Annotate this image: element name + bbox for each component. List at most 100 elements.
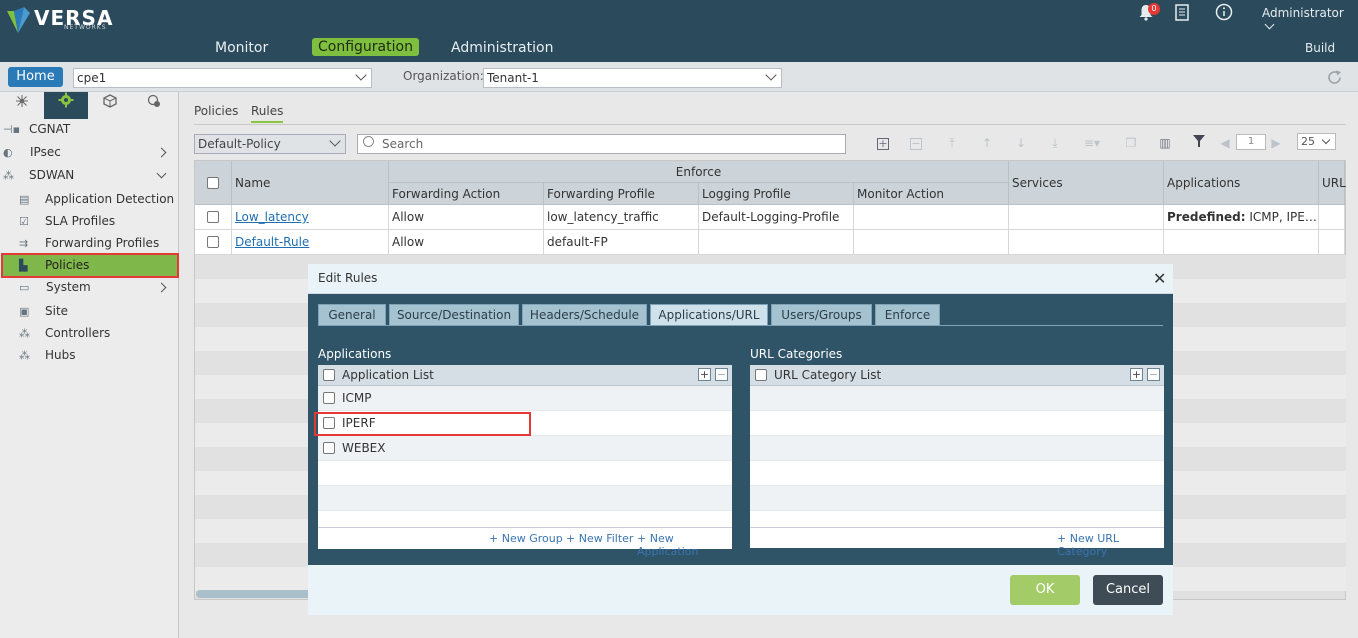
policy-icon: ▙ xyxy=(19,259,28,272)
col-services[interactable]: Services xyxy=(1009,161,1164,205)
tab-headers-schedule[interactable]: Headers/Schedule xyxy=(522,304,647,325)
col-group-enforce: Enforce xyxy=(389,161,1009,183)
col-applications[interactable]: Applications xyxy=(1164,161,1319,205)
page-number-input[interactable]: 1 xyxy=(1236,134,1266,150)
nav-configuration[interactable]: Configuration xyxy=(312,38,419,56)
search-input[interactable]: Search xyxy=(357,134,846,154)
tab-enforce[interactable]: Enforce xyxy=(875,304,940,325)
add-application-icon[interactable]: + xyxy=(698,368,711,381)
row-checkbox[interactable] xyxy=(207,236,219,248)
controllers-icon: ⁂ xyxy=(19,327,30,340)
chevron-down-icon xyxy=(1264,19,1275,30)
clone-icon[interactable]: ❐ xyxy=(1121,134,1141,152)
list-actions-icon[interactable]: ≡▾ xyxy=(1082,134,1102,152)
list-item[interactable]: ICMP xyxy=(318,386,732,411)
sidebar-item-cgnat[interactable]: ⊣▪ CGNAT xyxy=(0,119,179,140)
prev-page-icon[interactable]: ◀ xyxy=(1215,134,1235,152)
sidebar-item-controllers[interactable]: ⁂ Controllers xyxy=(0,323,179,344)
clipboard-icon[interactable] xyxy=(1175,4,1189,25)
select-all-checkbox[interactable] xyxy=(207,177,219,189)
sidebar-item-ipsec[interactable]: ◐ IPsec xyxy=(0,142,179,163)
sidebar-tab-network[interactable] xyxy=(0,92,44,119)
table-row-select xyxy=(195,230,232,255)
move-bottom-icon[interactable]: ⤓ xyxy=(1045,134,1065,152)
search-icon xyxy=(363,136,374,147)
col-url[interactable]: URL xyxy=(1319,161,1346,205)
add-url-category-icon[interactable]: + xyxy=(1130,368,1143,381)
col-logging-profile[interactable]: Logging Profile xyxy=(699,183,854,205)
sidebar-tab-services[interactable] xyxy=(132,92,176,119)
sidebar-item-sdwan[interactable]: ⁂ SDWAN xyxy=(0,165,179,186)
move-up-icon[interactable]: ↑ xyxy=(977,134,997,152)
new-filter-link[interactable]: + New Filter xyxy=(566,532,633,545)
col-name[interactable]: Name xyxy=(232,161,389,205)
tab-general[interactable]: General xyxy=(318,304,386,325)
remove-url-category-icon[interactable]: − xyxy=(1147,368,1160,381)
network-icon xyxy=(16,95,28,107)
add-icon[interactable]: + xyxy=(873,134,893,152)
select-all-url-categories-checkbox[interactable] xyxy=(755,369,767,381)
columns-icon[interactable]: ▥ xyxy=(1155,134,1175,152)
sidebar-item-application-detection[interactable]: ▤ Application Detection xyxy=(0,189,179,210)
user-name: Administrator xyxy=(1262,6,1344,20)
organization-select[interactable]: Tenant-1 xyxy=(483,68,782,88)
close-icon[interactable]: ✕ xyxy=(1153,269,1166,288)
sidebar-item-hubs[interactable]: ⁂ Hubs xyxy=(0,345,179,366)
sidebar-item-label: Site xyxy=(45,304,69,318)
sidebar-item-site[interactable]: ▣ Site xyxy=(0,301,179,322)
list-item[interactable]: WEBEX xyxy=(318,436,732,461)
empty-row xyxy=(750,386,1164,411)
remove-icon[interactable]: − xyxy=(906,134,926,152)
sidebar-item-label: Forwarding Profiles xyxy=(45,236,160,250)
sidebar-tab-objects[interactable] xyxy=(88,92,132,119)
tab-policies[interactable]: Policies xyxy=(194,104,238,118)
tab-rules[interactable]: Rules xyxy=(251,104,284,123)
user-menu[interactable]: Administrator xyxy=(1262,6,1358,34)
nav-administration[interactable]: Administration xyxy=(451,40,553,56)
sidebar-item-label: System xyxy=(46,280,91,294)
home-button[interactable]: Home xyxy=(8,67,63,87)
monitor-action-cell xyxy=(854,230,1009,255)
applications-prefix: Predefined: xyxy=(1167,210,1246,224)
forwarding-action-cell: Allow xyxy=(389,230,544,255)
device-select[interactable]: cpe1 xyxy=(73,68,372,88)
new-group-link[interactable]: + New Group xyxy=(489,532,563,545)
select-all-applications-checkbox[interactable] xyxy=(323,369,335,381)
item-checkbox[interactable] xyxy=(323,442,335,454)
nav-monitor[interactable]: Monitor xyxy=(215,40,268,56)
row-checkbox[interactable] xyxy=(207,211,219,223)
filter-icon[interactable] xyxy=(1189,134,1209,152)
tab-source-destination[interactable]: Source/Destination xyxy=(389,304,519,325)
col-monitor-action[interactable]: Monitor Action xyxy=(854,183,1009,205)
sidebar-item-policies[interactable]: ▙ Policies xyxy=(1,253,179,278)
item-checkbox[interactable] xyxy=(323,392,335,404)
move-top-icon[interactable]: ⤒ xyxy=(942,134,962,152)
rule-name-link[interactable]: Low_latency xyxy=(235,210,309,224)
sidebar-item-label: IPsec xyxy=(30,145,61,159)
horizontal-scrollbar[interactable] xyxy=(196,590,314,598)
cancel-button[interactable]: Cancel xyxy=(1093,575,1163,605)
refresh-icon[interactable] xyxy=(1326,69,1343,90)
tab-users-groups[interactable]: Users/Groups xyxy=(771,304,872,325)
col-forwarding-profile[interactable]: Forwarding Profile xyxy=(544,183,699,205)
page-size-select[interactable]: 25 xyxy=(1297,133,1336,150)
sidebar-item-system[interactable]: ▭ System xyxy=(0,277,179,298)
sidebar-tab-configuration[interactable] xyxy=(44,92,88,119)
tab-applications-url[interactable]: Applications/URL xyxy=(650,304,768,325)
sidebar-item-sla-profiles[interactable]: ☑ SLA Profiles xyxy=(0,211,179,232)
policy-select[interactable]: Default-Policy xyxy=(194,134,346,154)
info-icon[interactable] xyxy=(1215,3,1233,25)
new-url-category-link[interactable]: + New URL Category xyxy=(1057,532,1164,558)
remove-application-icon[interactable]: − xyxy=(715,368,728,381)
new-application-link[interactable]: + New Application xyxy=(637,532,732,558)
sidebar-item-forwarding-profiles[interactable]: ⇉ Forwarding Profiles xyxy=(0,233,179,254)
rule-name-link[interactable]: Default-Rule xyxy=(235,235,309,249)
url-category-list-header: URL Category List + − xyxy=(750,365,1164,386)
application-list-header-label: Application List xyxy=(342,368,434,382)
application-list-header: Application List + − xyxy=(318,365,732,386)
build-link[interactable]: Build xyxy=(1305,41,1335,55)
col-forwarding-action[interactable]: Forwarding Action xyxy=(389,183,544,205)
ok-button[interactable]: OK xyxy=(1010,575,1080,605)
move-down-icon[interactable]: ↓ xyxy=(1011,134,1031,152)
next-page-icon[interactable]: ▶ xyxy=(1266,134,1286,152)
